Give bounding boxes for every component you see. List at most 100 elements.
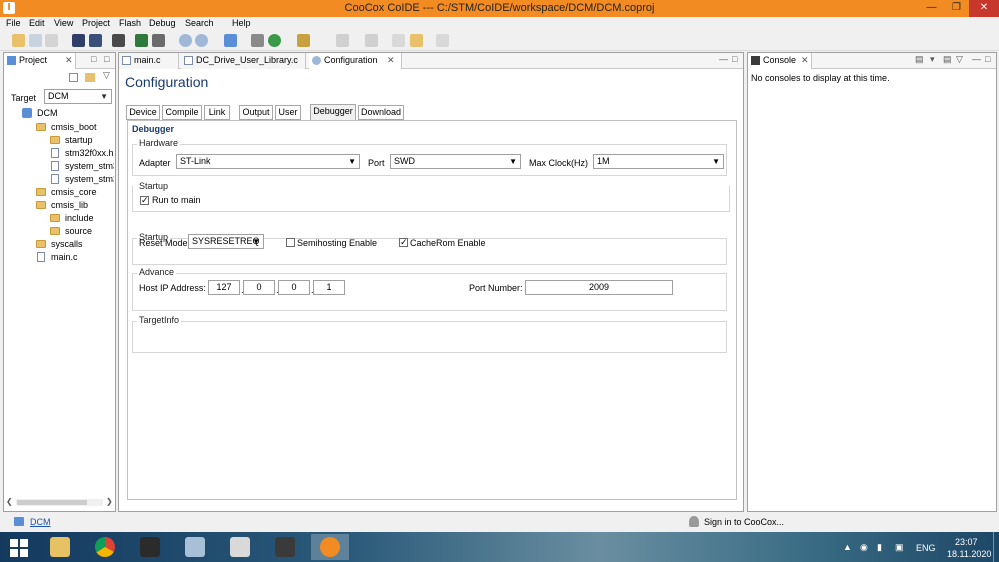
language-indicator[interactable]: ENG [916,543,936,553]
menu-file[interactable]: File [6,18,21,28]
maximize-view-icon[interactable]: □ [732,54,737,64]
menu-view[interactable]: View [54,18,73,28]
close-window-button[interactable]: ✕ [969,0,999,17]
menu-flash[interactable]: Flash [119,18,141,28]
taskbar-font-tool[interactable] [266,534,304,560]
network-icon[interactable]: ▣ [895,542,904,553]
signal-icon[interactable]: ▮ [877,542,882,553]
volume-icon[interactable]: ◉ [860,542,868,553]
tab-configuration[interactable]: Configuration ✕ [309,53,402,69]
close-icon[interactable]: ✕ [801,53,809,68]
chevron-down-icon[interactable]: ▾ [930,54,935,65]
minimize-button[interactable]: — [919,0,944,17]
tab-download[interactable]: Download [358,105,404,120]
reset-mode-select[interactable]: SYSRESETREQ ▼ [188,234,264,249]
target-select[interactable]: DCM ▼ [44,89,112,104]
tab-debugger[interactable]: Debugger [310,104,356,120]
scroll-left-icon[interactable]: ❮ [6,497,13,506]
erase-icon[interactable] [152,34,165,47]
maximize-view-icon[interactable]: □ [104,54,109,64]
tree-item-stm32f0xx-h[interactable]: stm32f0xx.h [50,147,114,159]
tab-dc-drive-user-library[interactable]: DC_Drive_User_Library.c [181,53,306,69]
minimize-view-icon[interactable]: — [719,54,728,64]
cacherom-checkbox[interactable]: ✓ [399,238,408,247]
tab-main-c[interactable]: main.c [119,53,179,69]
debug-icon[interactable] [112,34,125,47]
tree-item-source[interactable]: source [50,225,114,237]
taskbar-photos[interactable] [176,534,214,560]
clock-date[interactable]: 18.11.2020 [947,549,991,559]
target-settings-icon[interactable] [179,34,192,47]
restore-button[interactable]: ❐ [944,0,969,17]
tree-item-include[interactable]: include [50,212,114,224]
menu-help[interactable]: Help [232,18,251,28]
scroll-right-icon[interactable]: ❯ [106,497,113,506]
last-edit-icon[interactable] [392,34,405,47]
maximize-view-icon[interactable]: □ [985,54,990,64]
horizontal-scrollbar[interactable]: ❮ ❯ [6,497,113,507]
tab-link[interactable]: Link [204,105,230,120]
menu-project[interactable]: Project [82,18,110,28]
collapse-all-icon[interactable] [69,73,78,82]
download-icon[interactable] [135,34,148,47]
tray-arrow-icon[interactable]: ▲ [843,542,852,552]
ip-octet-2-field[interactable]: 0 [243,280,275,295]
view-menu-icon[interactable]: ▽ [103,70,110,81]
taskbar-coide[interactable] [311,534,349,560]
semihosting-checkbox[interactable] [286,238,295,247]
forward-arrow-icon[interactable] [436,34,449,47]
web-icon[interactable] [268,34,281,47]
minimize-view-icon[interactable]: □ [91,54,96,64]
build-icon[interactable] [72,34,85,47]
open-console-icon[interactable]: ▤ [943,54,952,65]
tree-item-startup[interactable]: startup [50,134,114,146]
tree-item-dcm[interactable]: DCM [22,107,114,119]
rebuild-icon[interactable] [89,34,102,47]
tree-item-cmsis-core[interactable]: cmsis_core [36,186,114,198]
view-menu-icon[interactable]: ▽ [956,54,963,65]
adapter-select[interactable]: ST-Link ▼ [176,154,360,169]
show-desktop-button[interactable] [993,532,999,562]
save-icon[interactable] [29,34,42,47]
start-button[interactable] [0,534,36,560]
search-tool-icon[interactable] [297,34,310,47]
new-project-icon[interactable] [12,34,25,47]
close-icon[interactable]: ✕ [65,53,73,68]
port-select[interactable]: SWD ▼ [390,154,521,169]
menu-edit[interactable]: Edit [29,18,45,28]
home-icon[interactable] [224,34,237,47]
max-clock-select[interactable]: 1M ▼ [593,154,724,169]
taskbar-chrome[interactable] [86,534,124,560]
tree-item-system-stm32-h[interactable]: system_stm3 [50,173,114,185]
tree-item-syscalls[interactable]: syscalls [36,238,114,250]
tab-project[interactable]: Project ✕ [4,53,76,69]
configuration-icon[interactable] [195,34,208,47]
ip-octet-4-field[interactable]: 1 [313,280,345,295]
menu-search[interactable]: Search [185,18,214,28]
status-project-link[interactable]: DCM [30,517,51,527]
ip-octet-1-field[interactable]: 127 [208,280,240,295]
taskbar-calculator[interactable] [221,534,259,560]
close-icon[interactable]: ✕ [387,53,395,68]
minimize-view-icon[interactable]: — [972,54,981,64]
components-icon[interactable] [251,34,264,47]
tab-compile[interactable]: Compile [162,105,202,120]
tree-item-main-c[interactable]: main.c [36,251,114,263]
taskbar-app[interactable] [131,534,169,560]
sign-in-link[interactable]: Sign in to CooCox... [704,517,784,527]
tab-console[interactable]: Console ✕ [748,53,812,69]
save-all-icon[interactable] [45,34,58,47]
previous-annotation-icon[interactable] [365,34,378,47]
back-arrow-icon[interactable] [410,34,423,47]
next-annotation-icon[interactable] [336,34,349,47]
tab-output[interactable]: Output [239,105,273,120]
tree-item-cmsis-lib[interactable]: cmsis_lib [36,199,114,211]
scrollbar-thumb[interactable] [17,500,87,505]
ip-octet-3-field[interactable]: 0 [278,280,310,295]
port-number-field[interactable]: 2009 [525,280,673,295]
display-console-icon[interactable]: ▤ [915,54,924,65]
link-editor-icon[interactable] [85,73,95,82]
taskbar-file-explorer[interactable] [41,534,79,560]
run-to-main-checkbox[interactable]: ✓ [140,196,149,205]
tab-user[interactable]: User [275,105,301,120]
